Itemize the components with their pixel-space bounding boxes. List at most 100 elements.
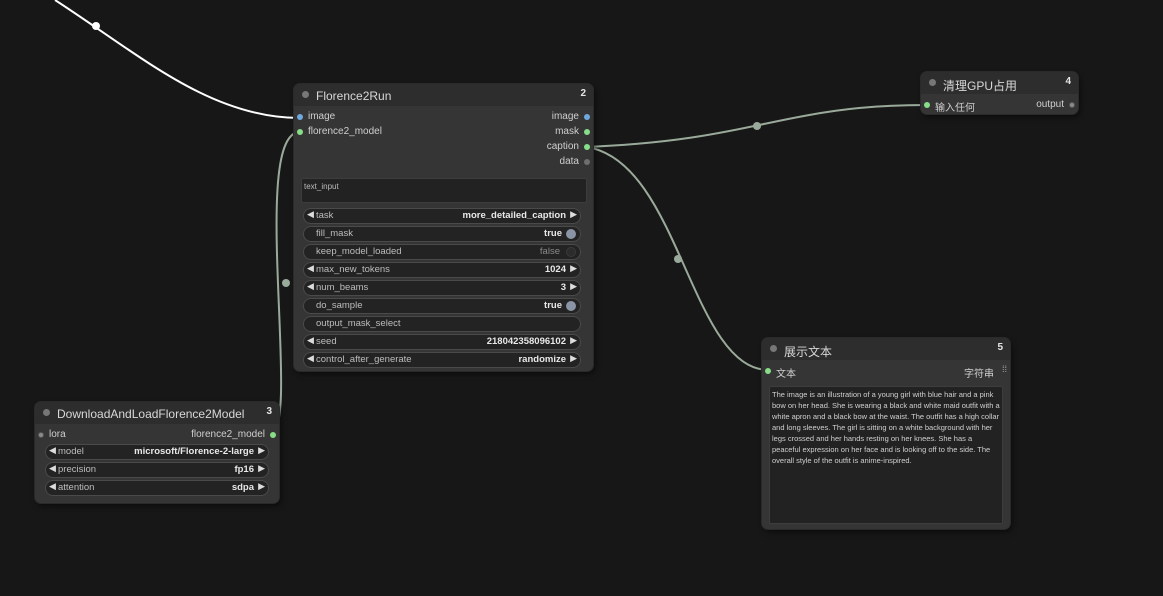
widget-value: randomize xyxy=(518,354,566,365)
input-slot-icon[interactable] xyxy=(297,114,303,120)
seed-number[interactable]: ◀ seed 218042358096102 ▶ xyxy=(303,334,581,350)
fill-mask-toggle[interactable]: fill_mask true xyxy=(303,226,581,242)
input-text[interactable]: 文本 xyxy=(762,364,842,380)
widget-value: true xyxy=(544,228,562,239)
input-slot-icon[interactable] xyxy=(38,432,44,438)
output-mask-select-field[interactable]: output_mask_select xyxy=(303,316,581,332)
output-label: data xyxy=(559,156,579,167)
text-input-placeholder: text_input xyxy=(304,182,339,191)
output-mask[interactable]: mask xyxy=(493,125,593,140)
arrow-right-icon[interactable]: ▶ xyxy=(258,445,265,456)
arrow-right-icon[interactable]: ▶ xyxy=(570,281,577,292)
node-gpu-clean[interactable]: 清理GPU占用 4 输入任何 output xyxy=(921,72,1078,114)
output-label: florence2_model xyxy=(191,429,265,440)
link-image-midpoint[interactable] xyxy=(92,22,100,30)
node-florence2run[interactable]: Florence2Run 2 image florence2_model ima… xyxy=(294,84,593,371)
output-slot-icon[interactable] xyxy=(584,159,590,165)
output-label: caption xyxy=(546,141,579,152)
output-string[interactable]: 字符串 ⁞⁞ xyxy=(940,364,1010,380)
toggle-on-icon[interactable] xyxy=(566,229,576,239)
arrow-left-icon[interactable]: ◀ xyxy=(307,209,314,220)
input-slot-icon[interactable] xyxy=(765,368,771,374)
node-show-text[interactable]: 展示文本 5 文本 字符串 ⁞⁞ The image is an illustr… xyxy=(762,338,1010,529)
arrow-left-icon[interactable]: ◀ xyxy=(307,263,314,274)
model-combo[interactable]: ◀ model microsoft/Florence-2-large ▶ xyxy=(45,444,269,460)
arrow-left-icon[interactable]: ◀ xyxy=(307,353,314,364)
widget-label: do_sample xyxy=(316,300,363,311)
attention-combo[interactable]: ◀ attention sdpa ▶ xyxy=(45,480,269,496)
input-label: image xyxy=(308,111,336,122)
arrow-right-icon[interactable]: ▶ xyxy=(258,481,265,492)
arrow-left-icon[interactable]: ◀ xyxy=(49,445,56,456)
node-header[interactable]: 清理GPU占用 4 xyxy=(921,72,1078,94)
toggle-off-icon[interactable] xyxy=(566,247,576,257)
link-florence2-model-midpoint[interactable] xyxy=(282,279,290,287)
list-output-icon[interactable]: ⁞⁞ xyxy=(1002,364,1007,374)
node-title: DownloadAndLoadFlorence2Model xyxy=(57,407,245,421)
output-image[interactable]: image xyxy=(493,110,593,125)
num-beams-number[interactable]: ◀ num_beams 3 ▶ xyxy=(303,280,581,296)
keep-model-loaded-toggle[interactable]: keep_model_loaded false xyxy=(303,244,581,260)
input-lora[interactable]: lora xyxy=(35,428,115,443)
output-label: image xyxy=(551,111,579,122)
collapse-dot-icon[interactable] xyxy=(929,79,936,86)
arrow-right-icon[interactable]: ▶ xyxy=(258,463,265,474)
link-caption-to-gpu-midpoint[interactable] xyxy=(753,122,761,130)
widget-value: 3 xyxy=(560,282,566,293)
node-title: Florence2Run xyxy=(316,89,392,103)
input-image[interactable]: image xyxy=(294,110,444,125)
output-slot-icon[interactable] xyxy=(584,114,590,120)
caption-textarea[interactable]: The image is an illustration of a young … xyxy=(769,386,1003,524)
node-header[interactable]: 展示文本 5 xyxy=(762,338,1010,360)
arrow-left-icon[interactable]: ◀ xyxy=(307,281,314,292)
link-caption-to-text-midpoint[interactable] xyxy=(674,255,682,263)
input-slot-icon[interactable] xyxy=(924,102,930,108)
output-output[interactable]: output xyxy=(1008,98,1078,113)
node-download-load-florence2[interactable]: DownloadAndLoadFlorence2Model 3 lora flo… xyxy=(35,402,279,503)
arrow-right-icon[interactable]: ▶ xyxy=(570,263,577,274)
widget-label: precision xyxy=(58,464,97,475)
widget-label: num_beams xyxy=(316,282,369,293)
caption-text: The image is an illustration of a young … xyxy=(772,390,1002,465)
widget-label: keep_model_loaded xyxy=(316,246,402,257)
node-id: 4 xyxy=(1065,76,1071,87)
collapse-dot-icon[interactable] xyxy=(43,409,50,416)
widget-label: seed xyxy=(316,336,337,347)
arrow-left-icon[interactable]: ◀ xyxy=(307,335,314,346)
input-label: lora xyxy=(49,429,66,440)
precision-combo[interactable]: ◀ precision fp16 ▶ xyxy=(45,462,269,478)
arrow-right-icon[interactable]: ▶ xyxy=(570,335,577,346)
arrow-right-icon[interactable]: ▶ xyxy=(570,209,577,220)
link-image[interactable] xyxy=(54,0,301,119)
widget-value: microsoft/Florence-2-large xyxy=(134,446,254,457)
node-header[interactable]: Florence2Run 2 xyxy=(294,84,593,106)
toggle-on-icon[interactable] xyxy=(566,301,576,311)
widget-value: more_detailed_caption xyxy=(462,210,566,221)
control-after-generate-combo[interactable]: ◀ control_after_generate randomize ▶ xyxy=(303,352,581,368)
node-header[interactable]: DownloadAndLoadFlorence2Model 3 xyxy=(35,402,279,424)
output-slot-icon[interactable] xyxy=(270,432,276,438)
widget-value: sdpa xyxy=(231,482,254,493)
arrow-left-icon[interactable]: ◀ xyxy=(49,481,56,492)
output-data[interactable]: data xyxy=(493,155,593,170)
max-new-tokens-number[interactable]: ◀ max_new_tokens 1024 ▶ xyxy=(303,262,581,278)
arrow-right-icon[interactable]: ▶ xyxy=(570,353,577,364)
input-florence2-model[interactable]: florence2_model xyxy=(294,125,444,140)
output-caption[interactable]: caption xyxy=(493,140,593,155)
do-sample-toggle[interactable]: do_sample true xyxy=(303,298,581,314)
output-slot-icon[interactable] xyxy=(1069,102,1075,108)
collapse-dot-icon[interactable] xyxy=(302,91,309,98)
text-input-field[interactable]: text_input xyxy=(301,178,587,203)
output-slot-icon[interactable] xyxy=(584,144,590,150)
output-label: output xyxy=(1036,99,1064,110)
node-title: 展示文本 xyxy=(784,345,833,359)
collapse-dot-icon[interactable] xyxy=(770,345,777,352)
input-slot-icon[interactable] xyxy=(297,129,303,135)
widget-label: control_after_generate xyxy=(316,354,412,365)
output-slot-icon[interactable] xyxy=(584,129,590,135)
task-combo[interactable]: ◀ task more_detailed_caption ▶ xyxy=(303,208,581,224)
output-label: mask xyxy=(555,126,579,137)
output-florence2-model[interactable]: florence2_model xyxy=(159,428,279,443)
input-any[interactable]: 输入任何 xyxy=(921,98,1001,114)
arrow-left-icon[interactable]: ◀ xyxy=(49,463,56,474)
